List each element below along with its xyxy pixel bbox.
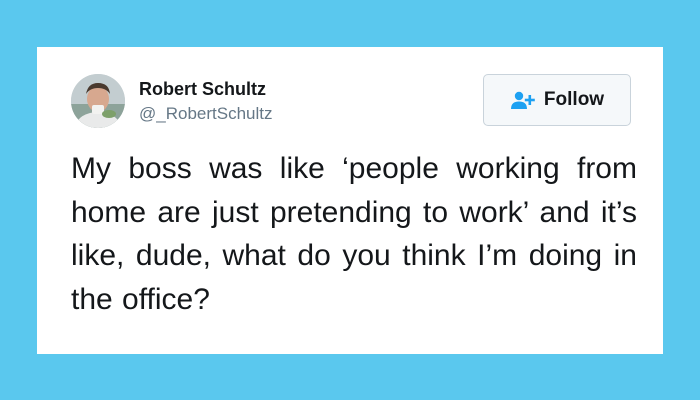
author-name[interactable]: Robert Schultz bbox=[139, 79, 266, 100]
profile-photo-icon bbox=[71, 74, 125, 128]
follow-button-label: Follow bbox=[543, 89, 605, 110]
tweet-card: Robert Schultz @_RobertSchultz Follow My… bbox=[37, 47, 663, 354]
avatar[interactable] bbox=[71, 74, 125, 128]
author-handle[interactable]: @_RobertSchultz bbox=[139, 104, 273, 124]
add-user-icon bbox=[510, 90, 536, 110]
tweet-text: My boss was like ‘people working from ho… bbox=[71, 152, 637, 316]
follow-button[interactable]: Follow bbox=[483, 74, 631, 126]
